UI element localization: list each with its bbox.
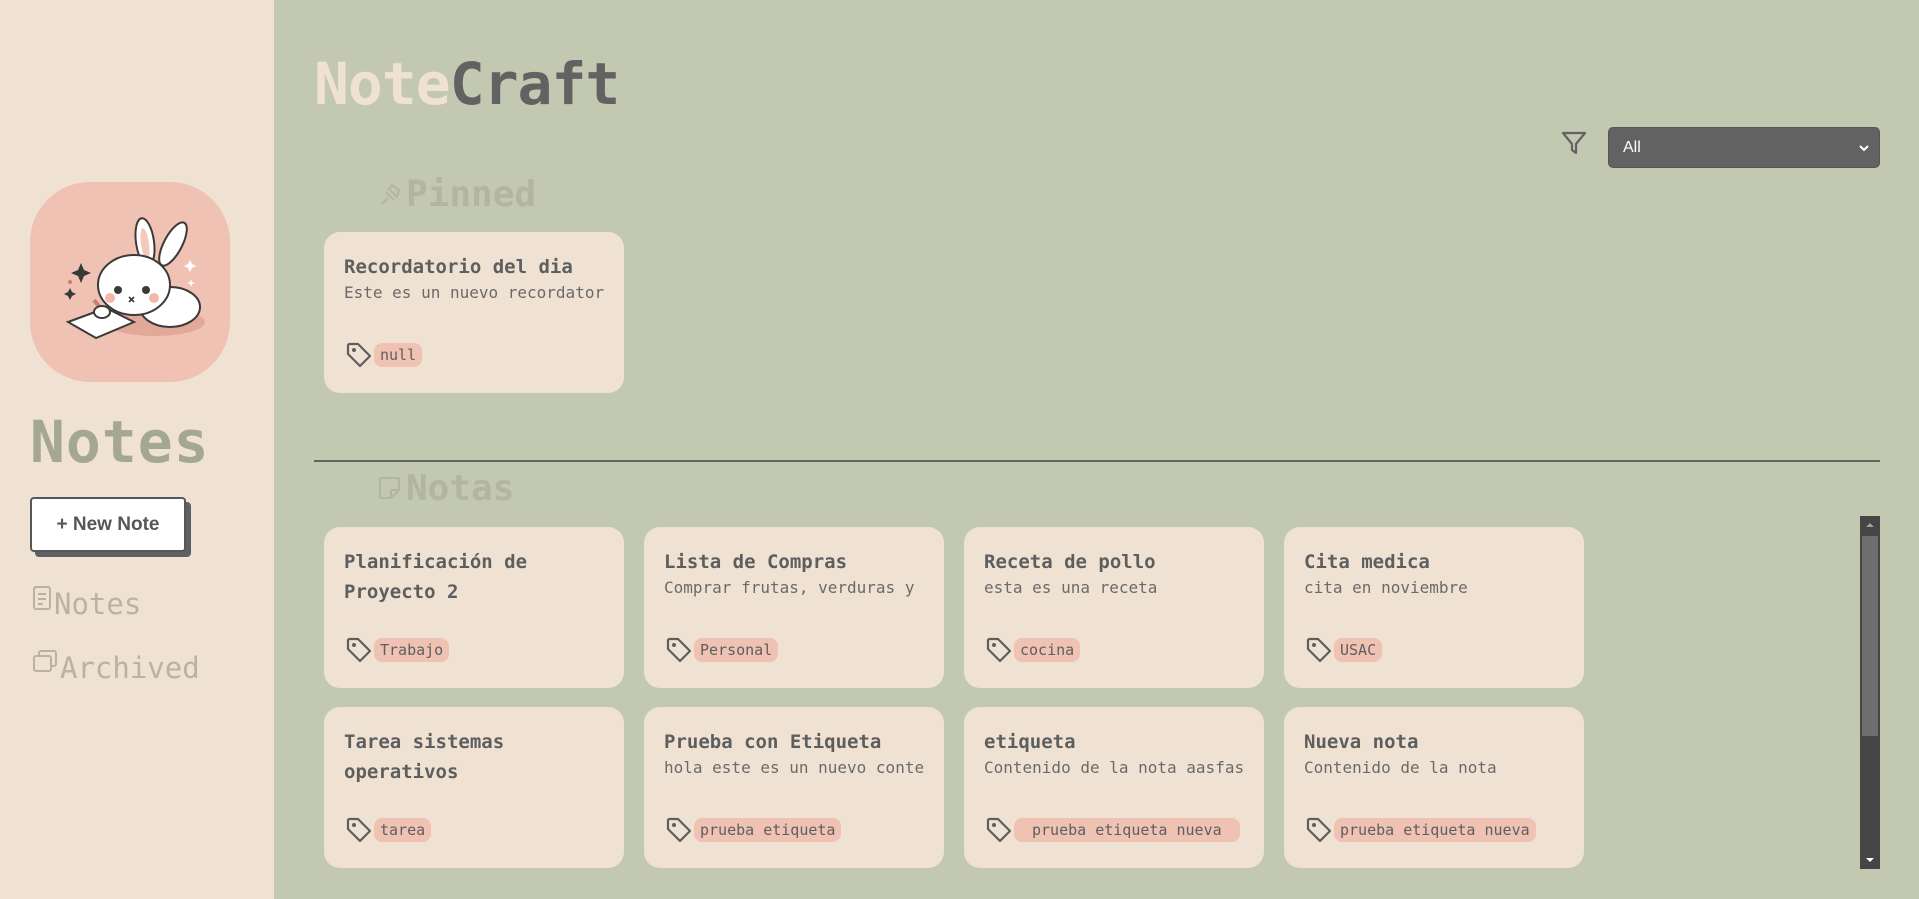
tag-icon [1306, 817, 1332, 843]
tag-label: Trabajo [374, 638, 450, 662]
note-title: Prueba con Etiqueta [664, 731, 882, 753]
note-card[interactable]: Receta de pollo esta es una receta cocin… [964, 527, 1264, 688]
tag-label: Personal [694, 638, 779, 662]
note-card[interactable]: Lista de Compras Comprar frutas, verdura… [644, 527, 944, 688]
archive-icon [33, 650, 57, 672]
note-card[interactable]: Tarea sistemas operativos tarea [324, 707, 624, 868]
brand-part2: Craft [449, 50, 621, 118]
tag-icon [666, 817, 692, 843]
filter-icon[interactable] [1560, 129, 1588, 161]
nav-item-label: Notes [54, 587, 142, 621]
note-card[interactable]: Prueba con Etiqueta hola este es un nuev… [644, 707, 944, 868]
nav-item-label: Archived [60, 651, 200, 685]
notas-label: Notas [406, 468, 515, 509]
note-title: Receta de pollo [984, 551, 1156, 573]
note-content: Comprar frutas, verduras y [664, 578, 915, 597]
note-card[interactable]: Planificación de Proyecto 2 Trabajo [324, 527, 624, 688]
note-tag: tarea [345, 816, 432, 844]
tag-icon [346, 342, 372, 368]
note-tag: prueba etiqueta [665, 816, 842, 844]
filter-select[interactable]: All [1608, 127, 1880, 168]
pin-icon [381, 183, 400, 205]
tag-label: prueba etiqueta nueva [1334, 818, 1536, 842]
note-content: Este es un nuevo recordatorio [344, 283, 604, 302]
note-title: etiqueta [984, 731, 1076, 753]
note-tag: Personal [665, 636, 779, 664]
note-tag: cocina [985, 636, 1081, 664]
note-title: Recordatorio del dia [344, 256, 573, 278]
note-content: esta es una receta [984, 578, 1158, 597]
bunny-avatar [30, 182, 230, 382]
tag-icon [986, 637, 1012, 663]
tag-icon [666, 637, 692, 663]
note-tag: prueba etiqueta nueva [1305, 816, 1536, 844]
filter-selected-value: All [1623, 138, 1641, 156]
note-content: Contenido de la nota [1304, 758, 1497, 777]
sticky-note-icon [379, 476, 400, 499]
note-card[interactable]: etiqueta Contenido de la nota aasfasf pr… [964, 707, 1264, 868]
app-logo: NoteCraft [314, 50, 621, 118]
tag-label: prueba etiqueta [694, 818, 842, 842]
pinned-label: Pinned [406, 174, 537, 215]
note-card[interactable]: Nueva nota Contenido de la nota prueba e… [1284, 707, 1584, 868]
sidebar: Notes + New Note Notes Archived [0, 0, 274, 899]
note-tag: prueba etiqueta nueva [985, 816, 1240, 844]
tag-icon [986, 817, 1012, 843]
tag-label: tarea [374, 818, 432, 842]
note-content: Contenido de la nota aasfasf [984, 758, 1244, 777]
tag-label: prueba etiqueta nueva [1014, 818, 1240, 842]
tag-icon [346, 817, 372, 843]
tag-icon [1306, 637, 1332, 663]
section-divider [314, 460, 1880, 462]
note-title: Cita medica [1304, 551, 1430, 573]
nav-item-notes[interactable]: Notes [32, 586, 142, 621]
scrollbar-thumb[interactable] [1862, 536, 1878, 736]
note-tag: Trabajo [345, 636, 450, 664]
document-icon [33, 586, 51, 610]
tag-label: USAC [1334, 638, 1383, 662]
new-note-button[interactable]: + New Note [30, 497, 186, 552]
scroll-up-arrow-icon[interactable] [1860, 516, 1880, 534]
tag-label: null [374, 343, 423, 367]
note-card[interactable]: Recordatorio del dia Este es un nuevo re… [324, 232, 624, 393]
note-title: Tarea sistemas operativos [344, 731, 505, 783]
note-tag: null [345, 341, 423, 369]
note-content: cita en noviembre [1304, 578, 1468, 597]
note-title: Planificación de Proyecto 2 [344, 551, 528, 603]
tag-label: cocina [1014, 638, 1081, 662]
note-title: Nueva nota [1304, 731, 1419, 753]
nav-item-archived[interactable]: Archived [32, 650, 200, 685]
note-content: hola este es un nuevo contenido [664, 758, 924, 777]
scroll-down-arrow-icon[interactable] [1860, 851, 1880, 869]
chevron-down-icon [1859, 145, 1869, 152]
sidebar-title: Notes [30, 408, 210, 476]
brand-part1: Note [314, 50, 451, 118]
note-title: Lista de Compras [664, 551, 848, 573]
pinned-section-title: Pinned [376, 174, 536, 215]
note-tag: USAC [1305, 636, 1383, 664]
notes-section-title: Notas [376, 468, 514, 509]
note-card[interactable]: Cita medica cita en noviembre USAC [1284, 527, 1584, 688]
tag-icon [346, 637, 372, 663]
notes-scrollbar[interactable] [1860, 516, 1880, 869]
